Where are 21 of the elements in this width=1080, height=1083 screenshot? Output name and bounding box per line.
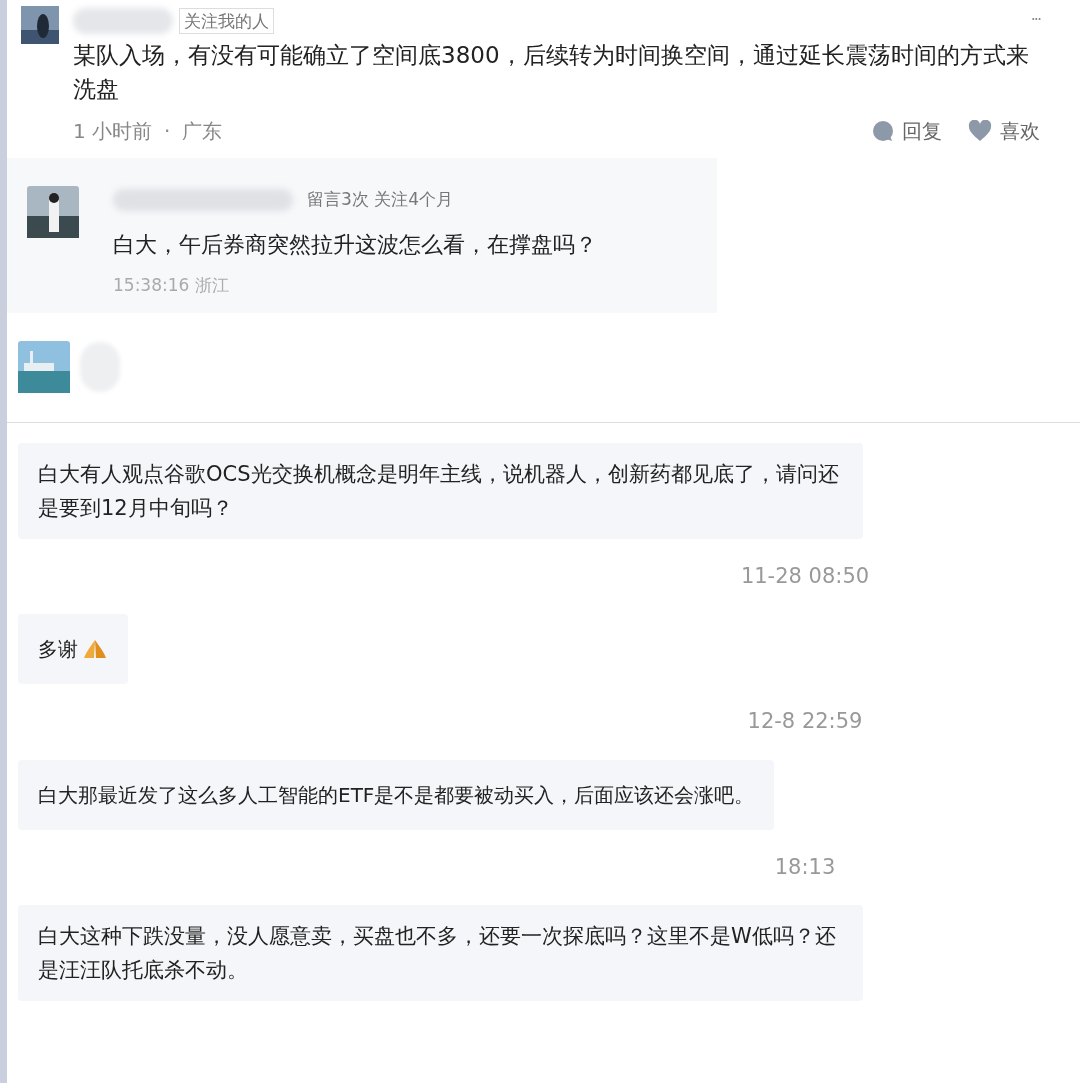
- message-bubble: 多谢: [18, 614, 128, 684]
- message-bubble: 白大有人观点谷歌OCS光交换机概念是明年主线，说机器人，创新药都见底了，请问还是要到12月中旬吗？: [18, 442, 863, 539]
- message-bubble: 白大那最近发了这么多人工智能的ETF是不是都要被动买入，后面应该还会涨吧。: [18, 759, 775, 830]
- like-button[interactable]: 喜欢: [968, 116, 1040, 146]
- message-time: 12-8 22:59: [747, 708, 863, 735]
- user-stats: 留言3次 关注4个月: [307, 188, 454, 212]
- separator-dot: ·: [164, 118, 171, 145]
- message-time: 11-28 08:50: [740, 562, 870, 590]
- reply-time: 15:38:16 浙江: [113, 274, 230, 297]
- comment-text: 某队入场，有没有可能确立了空间底3800，后续转为时间换空间，通过延长震荡时间的方式来洗盘: [73, 41, 1030, 104]
- message-time: 18:13: [774, 853, 836, 881]
- message-bubble: 白大这种下跌没量，没人愿意卖，买盘也不多，还要一次探底吗？这里不是W低吗？还是汪汪队托底杀不动。: [18, 905, 863, 1001]
- more-button[interactable]: ···: [1030, 8, 1040, 32]
- comment-time: 1 小时前: [73, 118, 153, 145]
- reply-button[interactable]: 回复: [872, 116, 942, 146]
- reply-text: 白大，午后券商突然拉升这波怎么看，在撑盘吗？: [113, 231, 597, 259]
- praying-hands-icon: [82, 638, 108, 660]
- heart-icon: [968, 120, 992, 142]
- comment-location: 广东: [182, 118, 223, 145]
- speech-bubble-icon: [872, 120, 894, 142]
- follower-tag: 关注我的人: [179, 8, 274, 34]
